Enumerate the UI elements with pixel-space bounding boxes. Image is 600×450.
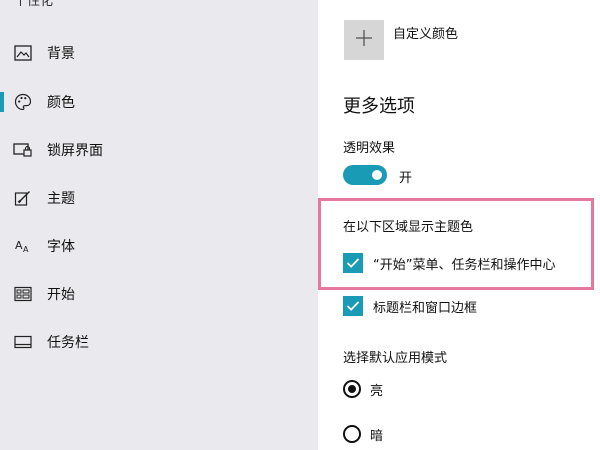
title-bars-label: 标题栏和窗口边框 (373, 301, 478, 316)
sidebar-item-lock-screen[interactable]: 锁屏界面 (0, 130, 318, 170)
svg-text:A: A (23, 245, 29, 254)
transparency-label: 透明效果 (343, 141, 396, 156)
image-icon (13, 44, 33, 62)
font-icon: A A (13, 237, 33, 255)
checkmark-icon (346, 297, 360, 316)
sidebar: 个性化 背景 颜色 锁屏界面 主题 A A 字体 开始 任务栏 (0, 0, 318, 450)
sidebar-item-label: 背景 (47, 46, 75, 62)
sidebar-item-label: 锁屏界面 (47, 143, 103, 159)
active-indicator (0, 92, 4, 112)
title-bars-checkbox[interactable] (343, 296, 363, 316)
highlight-annotation-box (318, 198, 594, 290)
sidebar-item-background[interactable]: 背景 (0, 33, 318, 73)
sidebar-item-fonts[interactable]: A A 字体 (0, 226, 318, 266)
plus-icon (355, 29, 373, 51)
sidebar-item-themes[interactable]: 主题 (0, 178, 318, 218)
palette-icon (13, 93, 33, 111)
sidebar-item-label: 开始 (47, 287, 75, 303)
sidebar-item-label: 颜色 (47, 95, 75, 111)
toggle-knob (372, 170, 382, 180)
theme-brush-icon (13, 189, 33, 207)
app-mode-label: 选择默认应用模式 (343, 351, 448, 366)
dark-mode-label: 暗 (370, 429, 384, 444)
transparency-toggle[interactable] (343, 165, 387, 185)
custom-color-label: 自定义颜色 (393, 27, 459, 42)
add-custom-color-button[interactable] (344, 20, 384, 60)
sidebar-item-label: 主题 (47, 191, 75, 207)
more-options-title: 更多选项 (343, 96, 415, 117)
lock-screen-icon (13, 141, 33, 159)
sidebar-item-label: 任务栏 (47, 335, 89, 351)
start-menu-icon (13, 285, 33, 303)
sidebar-item-colors[interactable]: 颜色 (0, 82, 318, 122)
sidebar-header: 个性化 (14, 0, 54, 9)
taskbar-icon (13, 333, 33, 351)
light-mode-radio[interactable] (343, 380, 361, 398)
sidebar-item-label: 字体 (47, 239, 75, 255)
light-mode-label: 亮 (370, 384, 384, 399)
svg-text:A: A (15, 239, 23, 252)
transparency-state: 开 (399, 171, 413, 186)
radio-selected-dot (348, 385, 356, 393)
sidebar-item-start[interactable]: 开始 (0, 274, 318, 314)
dark-mode-radio[interactable] (343, 425, 361, 443)
sidebar-item-taskbar[interactable]: 任务栏 (0, 322, 318, 362)
